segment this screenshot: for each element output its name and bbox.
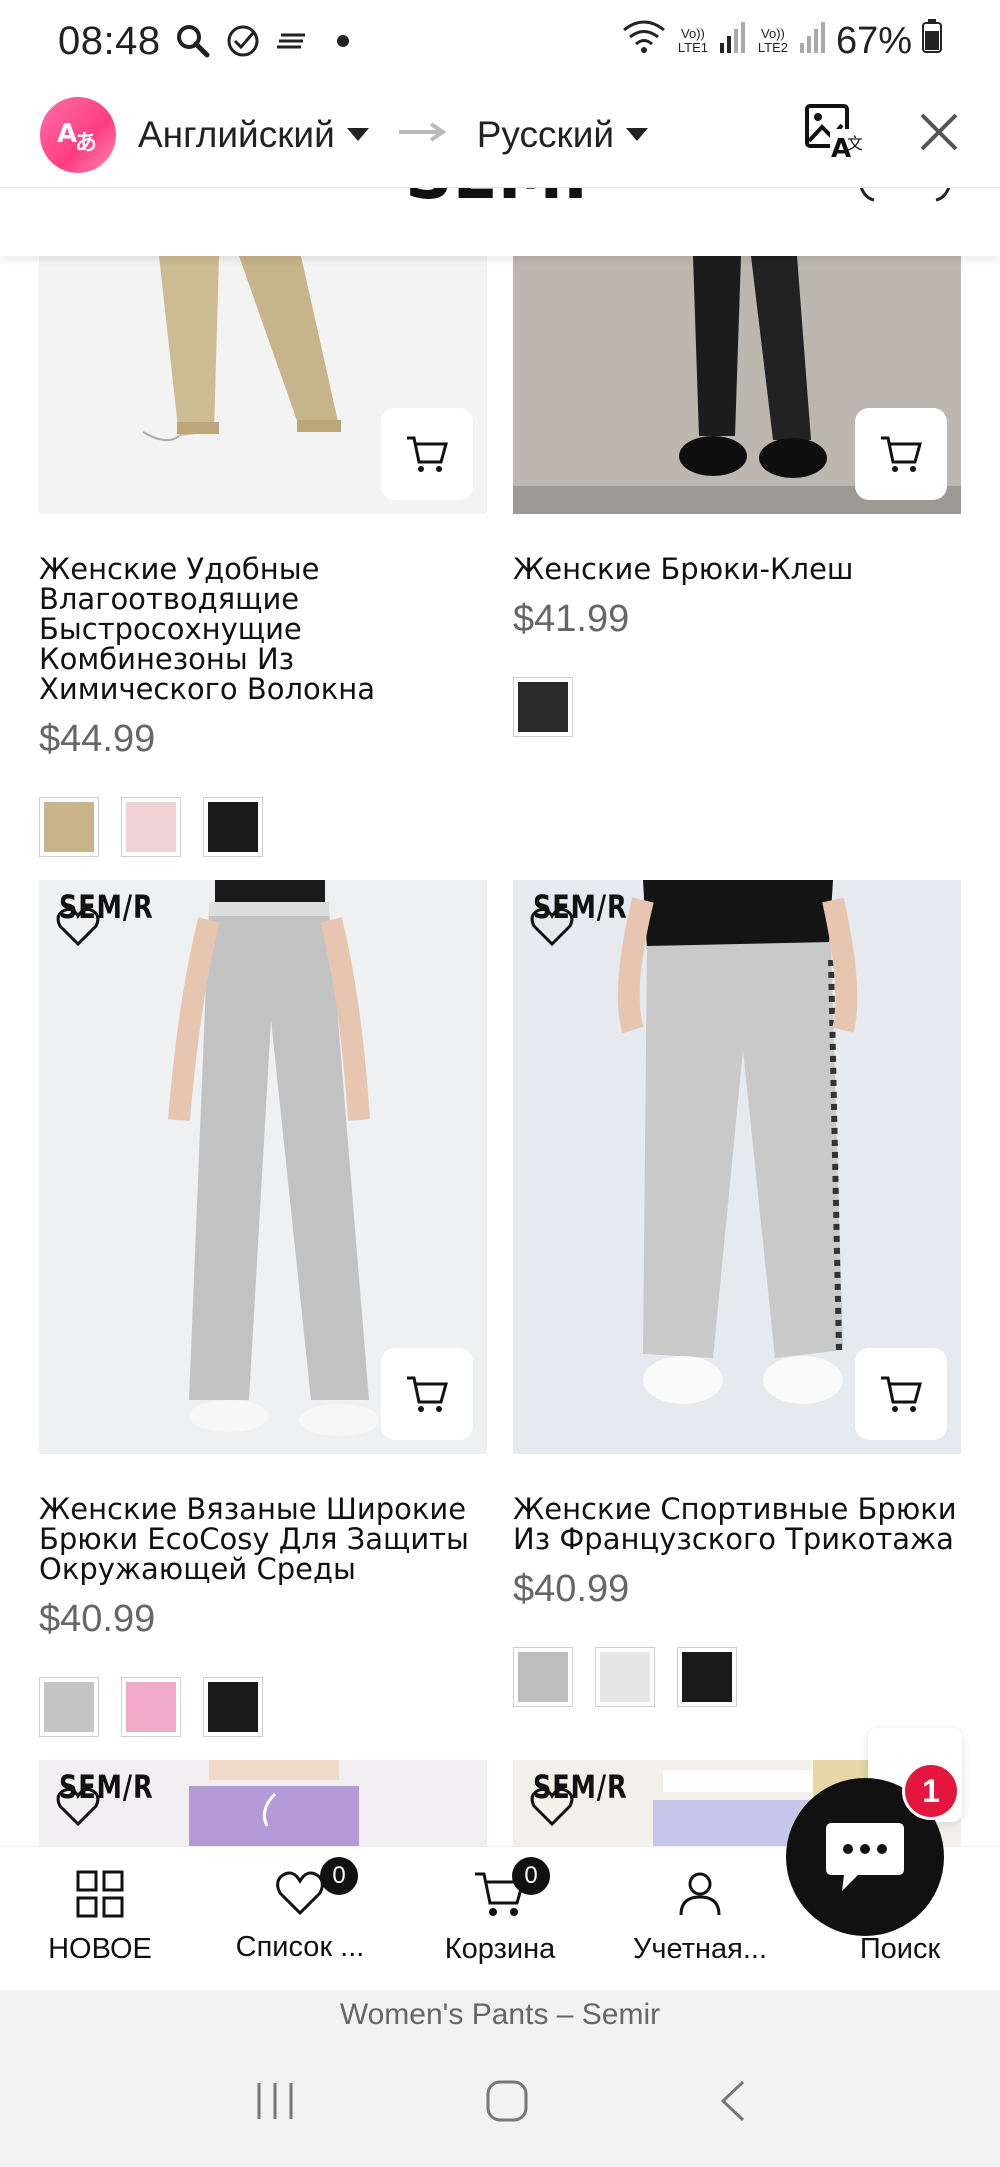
add-to-cart-button[interactable]: [855, 1348, 947, 1440]
add-to-cart-button[interactable]: [381, 1348, 473, 1440]
site-logo[interactable]: SEMIR: [405, 188, 639, 214]
product-card[interactable]: Женские Удобные Влагоотводящие Быстросох…: [39, 256, 487, 857]
color-swatches: [513, 677, 961, 737]
search-icon: [175, 23, 211, 59]
battery-percent: 67%: [835, 19, 912, 62]
color-swatches: [39, 797, 487, 857]
nav-wishlist[interactable]: 0 Список ...: [200, 1847, 400, 1990]
product-price: $40.99: [513, 1568, 630, 1610]
recent-apps-icon[interactable]: [253, 2079, 297, 2128]
signal-icon: [799, 20, 826, 63]
product-card[interactable]: Женские Брюки-Клеш $41.99: [513, 256, 961, 737]
site-header: SEMIR: [0, 188, 1000, 256]
svg-text:文: 文: [847, 134, 862, 153]
cart-icon: [407, 1376, 448, 1412]
product-image[interactable]: [39, 256, 487, 514]
status-bar: 08:48 Vo)) LTE1 Vo)) LTE2 67%: [0, 0, 1000, 82]
arrow-right-icon: [398, 122, 447, 147]
image-translate-icon[interactable]: A文: [804, 103, 863, 166]
product-title[interactable]: Женские Брюки-Клеш: [513, 554, 961, 584]
chat-bubble-icon: [826, 1823, 904, 1891]
target-language-label: Русский: [476, 113, 615, 155]
heart-icon[interactable]: [529, 1786, 575, 1833]
back-icon[interactable]: [717, 2078, 747, 2129]
wishlist-count-badge: 0: [320, 1857, 358, 1895]
color-swatches: [513, 1647, 961, 1707]
product-image[interactable]: SEM/R: [39, 880, 487, 1454]
lte1-label: Vo)) LTE1: [677, 26, 708, 55]
color-swatches: [39, 1677, 487, 1737]
color-swatch[interactable]: [39, 1677, 99, 1737]
nav-label: Корзина: [444, 1933, 556, 1965]
status-time: 08:48: [58, 18, 161, 63]
system-nav-bar: [0, 2040, 1000, 2167]
translate-bar: Aあ Английский Русский A文: [0, 82, 1000, 188]
signal-icon: [719, 20, 746, 63]
color-swatch[interactable]: [203, 1677, 263, 1737]
home-icon[interactable]: [484, 2078, 530, 2129]
target-language-select[interactable]: Русский: [476, 113, 649, 156]
chevron-down-icon: [346, 128, 369, 141]
add-to-cart-button[interactable]: [855, 408, 947, 500]
color-swatch[interactable]: [121, 797, 181, 857]
user-icon: [679, 1872, 721, 1916]
dot-icon: [325, 23, 361, 59]
product-title[interactable]: Женские Спортивные Брюки Из Французского…: [513, 1494, 961, 1554]
nav-cart[interactable]: 0 Корзина: [400, 1847, 600, 1990]
grid-icon: [76, 1870, 124, 1918]
product-image[interactable]: SEM/R: [39, 1760, 487, 1846]
lte2-label: Vo)) LTE2: [757, 26, 788, 55]
page-title: Women's Pants – Semir: [339, 1998, 661, 2031]
notes-icon: [275, 23, 311, 59]
nav-label: Учетная...: [633, 1933, 767, 1965]
translate-app-icon[interactable]: Aあ: [40, 96, 116, 173]
cart-icon: [881, 1376, 922, 1412]
product-card[interactable]: SEM/R Женские Спортивные Брюки Из Францу…: [513, 880, 961, 1707]
heart-icon[interactable]: [55, 906, 101, 953]
nav-new[interactable]: НОВОЕ: [0, 1847, 200, 1990]
product-image[interactable]: SEM/R: [513, 880, 961, 1454]
chevron-down-icon: [626, 128, 649, 141]
wifi-icon: [622, 18, 666, 64]
product-price: $44.99: [39, 718, 156, 760]
nav-label: Список ...: [235, 1931, 365, 1963]
heart-icon: [276, 1871, 324, 1916]
cart-icon: [881, 436, 922, 472]
product-price: $40.99: [39, 1598, 156, 1640]
check-circle-icon: [225, 23, 261, 59]
nav-label: НОВОЕ: [48, 1933, 152, 1965]
color-swatch[interactable]: [677, 1647, 737, 1707]
heart-icon[interactable]: [529, 906, 575, 953]
product-title[interactable]: Женские Удобные Влагоотводящие Быстросох…: [39, 554, 487, 704]
add-to-cart-button[interactable]: [381, 408, 473, 500]
product-card[interactable]: SEM/R Женские Вязаные Широкие Брюки EcoC…: [39, 880, 487, 1737]
heart-icon[interactable]: [55, 1786, 101, 1833]
close-icon[interactable]: [918, 111, 960, 158]
product-title[interactable]: Женские Вязаные Широкие Брюки EcoCosy Дл…: [39, 1494, 487, 1584]
header-icon[interactable]: [856, 188, 956, 209]
source-language-select[interactable]: Английский: [138, 114, 369, 156]
product-price: $41.99: [513, 598, 630, 640]
color-swatch[interactable]: [513, 1647, 573, 1707]
page-title-bar: Women's Pants – Semir: [0, 1990, 1000, 2040]
svg-text:SEMIR: SEMIR: [405, 188, 593, 202]
product-card[interactable]: SEM/R: [39, 1760, 487, 1846]
color-swatch[interactable]: [121, 1677, 181, 1737]
nav-label: Поиск: [859, 1933, 941, 1965]
color-swatch[interactable]: [513, 677, 573, 737]
svg-text:あ: あ: [75, 131, 97, 156]
product-image[interactable]: [513, 256, 961, 514]
color-swatch[interactable]: [203, 797, 263, 857]
nav-account[interactable]: Учетная...: [600, 1847, 800, 1990]
chat-unread-badge: 1: [902, 1762, 960, 1820]
cart-count-badge: 0: [512, 1857, 550, 1895]
color-swatch[interactable]: [595, 1647, 655, 1707]
color-swatch[interactable]: [39, 797, 99, 857]
battery-icon: [922, 19, 942, 63]
source-language-label: Английский: [138, 113, 335, 155]
cart-icon: [407, 436, 448, 472]
